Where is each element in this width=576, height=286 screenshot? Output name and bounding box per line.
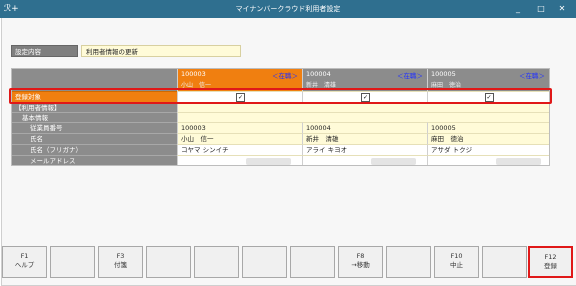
- row-label-emp-no: 従業員番号: [12, 122, 177, 133]
- fkey-label: F10: [450, 252, 463, 260]
- f6-button[interactable]: [242, 246, 287, 278]
- email-cell[interactable]: [302, 155, 427, 165]
- f4-button[interactable]: [146, 246, 191, 278]
- f12-register-button[interactable]: F12 登録: [528, 246, 573, 278]
- title-bar: ℛ+ マイナンバークラウド利用者設定 _ □ ✕: [0, 0, 576, 18]
- f11-button[interactable]: [482, 246, 527, 278]
- name-cell[interactable]: 新井 清雄: [302, 133, 427, 144]
- settings-value: 利用者情報の更新: [81, 45, 241, 57]
- fkey-label: F12: [544, 253, 557, 261]
- settings-label: 設定内容: [11, 45, 78, 57]
- redacted-email: [246, 158, 291, 165]
- row-label-email: メールアドレス: [12, 155, 177, 165]
- highlight-target-row: [9, 88, 552, 104]
- window-title: マイナンバークラウド利用者設定: [235, 5, 341, 13]
- fkey-caption: ヘルプ: [14, 261, 35, 269]
- fkey-caption: 中止: [450, 261, 463, 269]
- employee-code: 100004: [306, 70, 331, 78]
- f3-sticky-button[interactable]: F3 付箋: [98, 246, 143, 278]
- emp-no-cell[interactable]: 100004: [302, 122, 427, 133]
- kana-cell[interactable]: アサダ トクジ: [427, 144, 549, 155]
- f1-help-button[interactable]: F1 ヘルプ: [2, 246, 47, 278]
- fkey-caption: 登録: [544, 262, 557, 270]
- settings-row: 設定内容 利用者情報の更新: [11, 45, 241, 58]
- kana-cell[interactable]: アライ キヨオ: [302, 144, 427, 155]
- employee-grid: 100003 ＜在職＞ 小山 信一 100004 ＜在職＞ 新井 清雄 1000…: [11, 68, 550, 166]
- fkey-label: F1: [20, 252, 29, 260]
- emp-no-cell[interactable]: 100003: [177, 122, 302, 133]
- employee-status: ＜在職＞: [397, 72, 423, 80]
- employee-code: 100003: [181, 70, 206, 78]
- f9-button[interactable]: [386, 246, 431, 278]
- employee-status: ＜在職＞: [519, 72, 545, 80]
- maximize-button[interactable]: □: [533, 2, 549, 16]
- close-button[interactable]: ✕: [554, 2, 570, 16]
- email-cell[interactable]: [427, 155, 549, 165]
- function-key-bar: F1 ヘルプ F3 付箋 F8 →移動 F10 中止 F12 登録: [2, 246, 574, 280]
- row-label-kana: 氏名（フリガナ）: [12, 144, 177, 155]
- employee-code: 100005: [431, 70, 456, 78]
- f8-move-button[interactable]: F8 →移動: [338, 246, 383, 278]
- redacted-email: [371, 158, 416, 165]
- row-label-name: 氏名: [12, 133, 177, 144]
- name-cell[interactable]: 小山 信一: [177, 133, 302, 144]
- section-blank: [177, 112, 549, 122]
- fkey-label: F3: [116, 252, 125, 260]
- emp-no-cell[interactable]: 100005: [427, 122, 549, 133]
- redacted-email: [496, 158, 541, 165]
- employee-status: ＜在職＞: [272, 72, 298, 80]
- fkey-caption: →移動: [351, 261, 370, 269]
- f10-cancel-button[interactable]: F10 中止: [434, 246, 479, 278]
- name-cell[interactable]: 麻田 徳治: [427, 133, 549, 144]
- f7-button[interactable]: [290, 246, 335, 278]
- fkey-caption: 付箋: [114, 261, 127, 269]
- email-cell[interactable]: [177, 155, 302, 165]
- fkey-label: F8: [356, 252, 365, 260]
- f2-button[interactable]: [50, 246, 95, 278]
- f5-button[interactable]: [194, 246, 239, 278]
- kana-cell[interactable]: コヤマ シンイチ: [177, 144, 302, 155]
- minimize-button[interactable]: _: [510, 2, 526, 16]
- row-label-basic: 基本情報: [12, 112, 177, 122]
